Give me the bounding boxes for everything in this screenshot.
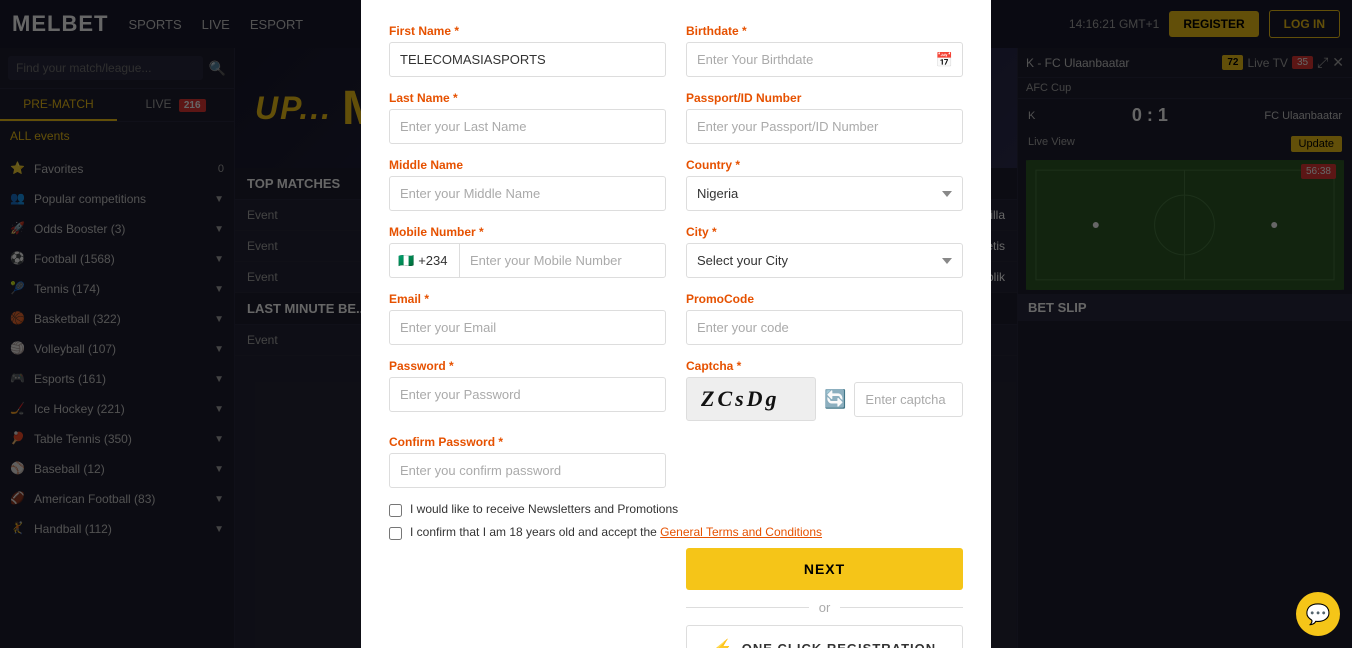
mobile-input[interactable] xyxy=(459,243,666,278)
one-click-registration-button[interactable]: ⚡ ONE CLICK REGISTRATION xyxy=(686,625,963,648)
one-click-label: ONE CLICK REGISTRATION xyxy=(742,641,936,648)
last-name-field: Last Name * xyxy=(389,91,666,144)
birthdate-label: Birthdate * xyxy=(686,24,963,38)
next-button[interactable]: NEXT xyxy=(686,548,963,590)
form-row-5: Email * PromoCode xyxy=(389,292,963,345)
bottom-actions: NEXT or ⚡ ONE CLICK REGISTRATION xyxy=(389,548,963,648)
promo-field: PromoCode xyxy=(686,292,963,345)
confirm-password-field: Confirm Password * xyxy=(389,435,666,488)
passport-field: Passport/ID Number xyxy=(686,91,963,144)
form-row-1: First Name * Birthdate * 📅 xyxy=(389,24,963,77)
country-select[interactable]: Nigeria Ghana Kenya South Africa xyxy=(686,176,963,211)
captcha-row: ZCsDg 🔄 xyxy=(686,377,963,421)
birthdate-field: Birthdate * 📅 xyxy=(686,24,963,77)
password-field: Password * xyxy=(389,359,666,421)
country-field: Country * Nigeria Ghana Kenya South Afri… xyxy=(686,158,963,211)
newsletter-checkbox[interactable] xyxy=(389,504,402,517)
phone-code: +234 xyxy=(418,253,447,268)
form-row-2: Last Name * Passport/ID Number xyxy=(389,91,963,144)
terms-label: I confirm that I am 18 years old and acc… xyxy=(410,525,822,539)
registration-overlay: First Name * Birthdate * 📅 Last Name * P… xyxy=(0,0,1352,648)
right-buttons: NEXT or ⚡ ONE CLICK REGISTRATION xyxy=(686,548,963,648)
form-row-7: Confirm Password * xyxy=(389,435,963,488)
registration-modal: First Name * Birthdate * 📅 Last Name * P… xyxy=(361,0,991,648)
first-name-field: First Name * xyxy=(389,24,666,77)
last-name-input[interactable] xyxy=(389,109,666,144)
captcha-field: Captcha * ZCsDg 🔄 xyxy=(686,359,963,421)
form-row-6: Password * Captcha * ZCsDg 🔄 xyxy=(389,359,963,421)
captcha-refresh-button[interactable]: 🔄 xyxy=(824,389,846,410)
form-row-3: Middle Name Country * Nigeria Ghana Keny… xyxy=(389,158,963,211)
birthdate-input[interactable] xyxy=(686,42,963,77)
first-name-input[interactable] xyxy=(389,42,666,77)
first-name-label: First Name * xyxy=(389,24,666,38)
promo-input[interactable] xyxy=(686,310,963,345)
country-label: Country * xyxy=(686,158,963,172)
middle-name-field: Middle Name xyxy=(389,158,666,211)
chat-button[interactable]: 💬 xyxy=(1296,592,1340,636)
passport-label: Passport/ID Number xyxy=(686,91,963,105)
email-input[interactable] xyxy=(389,310,666,345)
city-field: City * Select your City Lagos Abuja Kano xyxy=(686,225,963,278)
form-row-4: Mobile Number * 🇳🇬 +234 City * Select yo… xyxy=(389,225,963,278)
terms-checkbox[interactable] xyxy=(389,527,402,540)
terms-label-part1: I confirm that I am 18 years old and acc… xyxy=(410,525,660,539)
captcha-label: Captcha * xyxy=(686,359,963,373)
terms-link[interactable]: General Terms and Conditions xyxy=(660,525,822,539)
left-spacer xyxy=(389,548,666,648)
terms-checkbox-row: I confirm that I am 18 years old and acc… xyxy=(389,525,963,540)
password-input[interactable] xyxy=(389,377,666,412)
phone-row: 🇳🇬 +234 xyxy=(389,243,666,278)
mobile-label: Mobile Number * xyxy=(389,225,666,239)
confirm-password-input[interactable] xyxy=(389,453,666,488)
or-divider: or xyxy=(686,600,963,615)
passport-input[interactable] xyxy=(686,109,963,144)
captcha-input[interactable] xyxy=(854,382,963,417)
middle-name-input[interactable] xyxy=(389,176,666,211)
bolt-icon: ⚡ xyxy=(713,638,734,648)
confirm-password-label: Confirm Password * xyxy=(389,435,666,449)
newsletter-checkbox-row: I would like to receive Newsletters and … xyxy=(389,502,963,517)
flag-icon: 🇳🇬 xyxy=(398,253,414,269)
last-name-label: Last Name * xyxy=(389,91,666,105)
newsletter-label: I would like to receive Newsletters and … xyxy=(410,502,678,516)
promo-label: PromoCode xyxy=(686,292,963,306)
mobile-field: Mobile Number * 🇳🇬 +234 xyxy=(389,225,666,278)
phone-flag[interactable]: 🇳🇬 +234 xyxy=(389,243,459,278)
spacer-field xyxy=(686,435,963,488)
email-field: Email * xyxy=(389,292,666,345)
city-label: City * xyxy=(686,225,963,239)
city-select[interactable]: Select your City Lagos Abuja Kano xyxy=(686,243,963,278)
calendar-icon: 📅 xyxy=(936,51,953,68)
password-label: Password * xyxy=(389,359,666,373)
chat-icon: 💬 xyxy=(1306,602,1331,627)
captcha-image: ZCsDg xyxy=(686,377,816,421)
middle-name-label: Middle Name xyxy=(389,158,666,172)
email-label: Email * xyxy=(389,292,666,306)
or-text: or xyxy=(819,600,831,615)
